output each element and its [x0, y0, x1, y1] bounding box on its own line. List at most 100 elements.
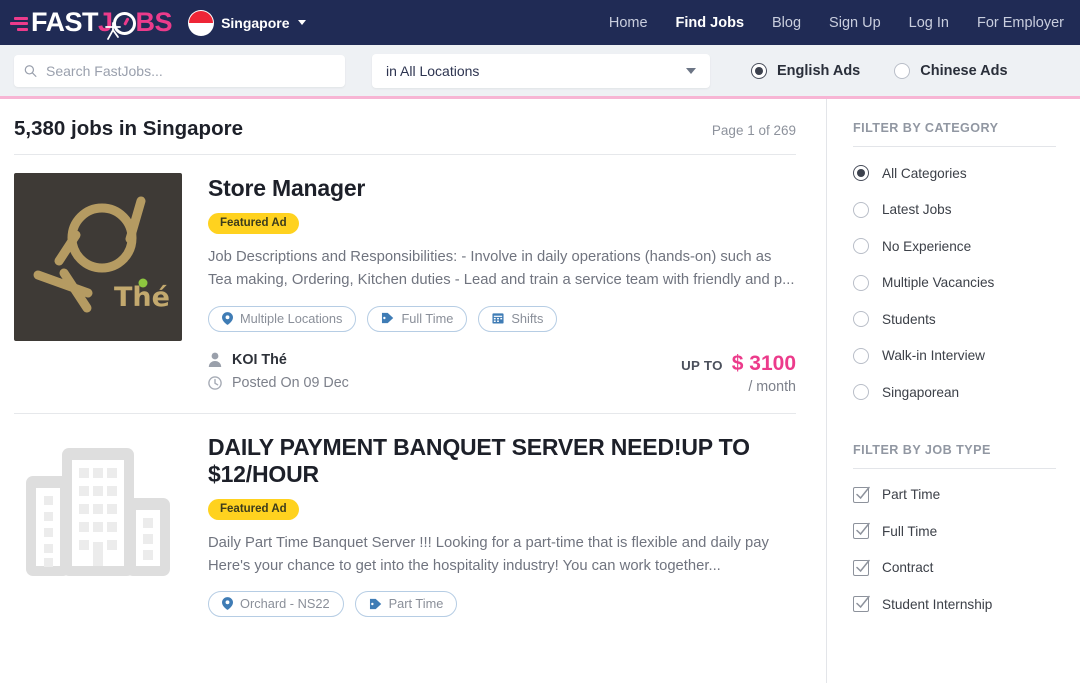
jobtype-filter-part-time[interactable]: Part Time — [853, 477, 1056, 514]
job-logo-koi: Thé — [14, 173, 182, 341]
person-icon — [208, 352, 222, 367]
checkbox-indicator — [853, 487, 869, 503]
logo-text-fast: FAST — [31, 9, 98, 36]
search-field-wrapper[interactable] — [14, 55, 345, 87]
radio-indicator — [853, 311, 869, 327]
radio-label-chinese: Chinese Ads — [920, 63, 1007, 79]
building-placeholder-icon — [18, 436, 178, 596]
job-details: Store Manager Featured Ad Job Descriptio… — [208, 173, 796, 395]
pin-icon — [222, 597, 233, 610]
filter-label: Multiple Vacancies — [882, 275, 994, 290]
category-filter-no-experience[interactable]: No Experience — [853, 228, 1056, 265]
job-salary: UP TO $ 3100 / month — [681, 352, 796, 395]
nav-link-for-employer[interactable]: For Employer — [977, 15, 1064, 31]
job-tag-shifts[interactable]: Shifts — [478, 306, 557, 332]
checkbox-indicator — [853, 596, 869, 612]
top-navigation-bar: FAST J BS Singapore Home Find Jobs Blog … — [0, 0, 1080, 45]
job-results-column: 5,380 jobs in Singapore Page 1 of 269 Th… — [0, 99, 826, 683]
search-icon — [24, 64, 37, 78]
jobtype-filter-block: FILTER BY JOB TYPE Part Time — [853, 443, 1056, 623]
salary-amount: $ 3100 — [732, 352, 796, 376]
job-posted-row: Posted On 09 Dec — [208, 375, 349, 391]
job-tag-location[interactable]: Orchard - NS22 — [208, 591, 344, 617]
job-details: DAILY PAYMENT BANQUET SERVER NEED!UP TO … — [208, 432, 796, 618]
job-company-row: KOI Thé — [208, 352, 349, 368]
radio-indicator — [853, 275, 869, 291]
jobtype-filter-full-time[interactable]: Full Time — [853, 513, 1056, 550]
filter-label: Singaporean — [882, 385, 959, 400]
fastjobs-logo[interactable]: FAST J BS — [10, 0, 172, 45]
tag-label: Full Time — [401, 311, 453, 326]
radio-indicator — [853, 165, 869, 181]
job-card[interactable]: Thé Store Manager Featured Ad Job Descri… — [14, 155, 796, 413]
jobtype-filter-student-internship[interactable]: Student Internship — [853, 586, 1056, 623]
job-description: Daily Part Time Banquet Server !!! Looki… — [208, 532, 796, 578]
category-filter-latest-jobs[interactable]: Latest Jobs — [853, 192, 1056, 229]
location-select-value: in All Locations — [386, 63, 479, 79]
radio-indicator — [853, 384, 869, 400]
job-tag-location[interactable]: Multiple Locations — [208, 306, 356, 332]
filter-label: Contract — [882, 560, 933, 575]
radio-indicator — [853, 238, 869, 254]
filter-label: Students — [882, 312, 936, 327]
radio-english-ads[interactable]: English Ads — [751, 63, 860, 79]
job-tag-list: Multiple Locations Full Time — [208, 306, 796, 332]
category-filter-all-categories[interactable]: All Categories — [853, 155, 1056, 192]
radio-indicator — [853, 202, 869, 218]
featured-ad-badge: Featured Ad — [208, 499, 299, 520]
category-filter-list: All Categories Latest Jobs No Experience… — [853, 155, 1056, 411]
speed-lines-icon — [10, 15, 28, 31]
filter-label: All Categories — [882, 166, 967, 181]
filter-label: Walk-in Interview — [882, 348, 985, 363]
radio-indicator — [853, 348, 869, 364]
page-body: 5,380 jobs in Singapore Page 1 of 269 Th… — [0, 99, 1080, 683]
radio-chinese-ads[interactable]: Chinese Ads — [894, 63, 1007, 79]
job-title[interactable]: Store Manager — [208, 175, 796, 202]
location-select[interactable]: in All Locations — [372, 54, 710, 88]
job-company-name: KOI Thé — [232, 352, 287, 368]
jobtype-filter-list: Part Time Full Time — [853, 477, 1056, 623]
category-filter-students[interactable]: Students — [853, 301, 1056, 338]
category-filter-walk-in-interview[interactable]: Walk-in Interview — [853, 338, 1056, 375]
search-toolbar: in All Locations English Ads Chinese Ads — [0, 45, 1080, 99]
nav-link-blog[interactable]: Blog — [772, 15, 801, 31]
country-selector[interactable]: Singapore — [188, 10, 305, 36]
country-label: Singapore — [221, 15, 289, 31]
job-meta: KOI Thé Posted On 09 Dec UP TO — [208, 352, 796, 395]
filter-label: No Experience — [882, 239, 971, 254]
job-title[interactable]: DAILY PAYMENT BANQUET SERVER NEED!UP TO … — [208, 434, 796, 489]
category-filter-multiple-vacancies[interactable]: Multiple Vacancies — [853, 265, 1056, 302]
check-icon — [855, 486, 870, 502]
chevron-down-icon — [298, 20, 306, 25]
job-description: Job Descriptions and Responsibilities: -… — [208, 246, 796, 292]
filter-label: Latest Jobs — [882, 202, 952, 217]
ads-language-toggle: English Ads Chinese Ads — [751, 63, 1008, 79]
filter-heading-rule — [853, 468, 1056, 469]
pin-icon — [222, 312, 233, 325]
filters-sidebar: FILTER BY CATEGORY All Categories Latest… — [826, 99, 1080, 683]
nav-link-sign-up[interactable]: Sign Up — [829, 15, 881, 31]
job-card[interactable]: DAILY PAYMENT BANQUET SERVER NEED!UP TO … — [14, 414, 796, 636]
salary-prefix: UP TO — [681, 358, 723, 373]
job-tag-jobtype[interactable]: Full Time — [367, 306, 467, 332]
jobtype-filter-contract[interactable]: Contract — [853, 550, 1056, 587]
filter-heading-rule — [853, 146, 1056, 147]
search-input[interactable] — [46, 63, 335, 79]
tag-label: Orchard - NS22 — [240, 596, 330, 611]
filter-category-heading: FILTER BY CATEGORY — [853, 121, 1056, 146]
filter-label: Student Internship — [882, 597, 992, 612]
filter-label: Full Time — [882, 524, 937, 539]
main-nav-links: Home Find Jobs Blog Sign Up Log In For E… — [609, 15, 1066, 31]
job-tag-jobtype[interactable]: Part Time — [355, 591, 458, 617]
pagination-status: Page 1 of 269 — [712, 123, 796, 138]
tag-label: Shifts — [511, 311, 543, 326]
nav-link-find-jobs[interactable]: Find Jobs — [676, 15, 744, 31]
radio-label-english: English Ads — [777, 63, 860, 79]
nav-link-log-in[interactable]: Log In — [909, 15, 949, 31]
category-filter-singaporean[interactable]: Singaporean — [853, 374, 1056, 411]
featured-ad-badge: Featured Ad — [208, 213, 299, 234]
page-title: 5,380 jobs in Singapore — [14, 117, 243, 141]
results-header: 5,380 jobs in Singapore Page 1 of 269 — [14, 99, 796, 154]
running-person-icon — [102, 22, 124, 40]
nav-link-home[interactable]: Home — [609, 15, 648, 31]
